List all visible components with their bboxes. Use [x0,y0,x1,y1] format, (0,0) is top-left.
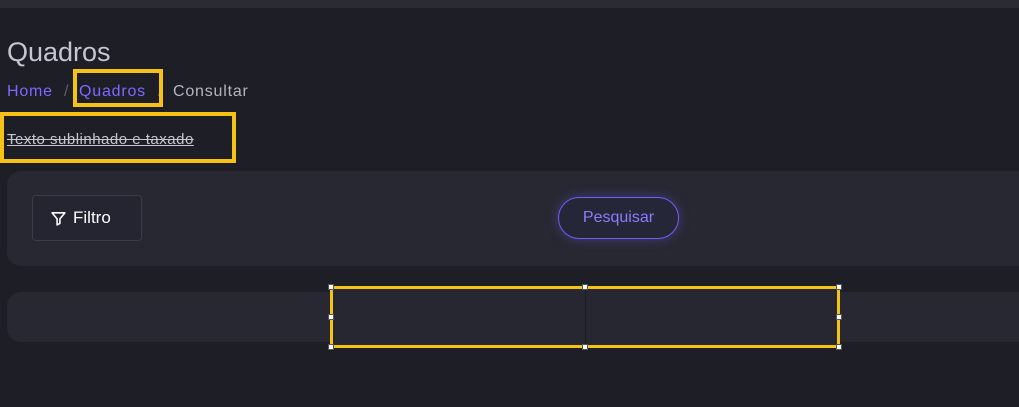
search-button[interactable]: Pesquisar [558,197,679,239]
selected-element-box[interactable] [328,284,842,350]
filter-button[interactable]: Filtro [32,195,142,241]
resize-handle-middle-left[interactable] [328,314,334,320]
page-title: Quadros [7,37,111,67]
filter-icon [51,211,66,226]
breadcrumb-current: Consultar [173,83,249,100]
breadcrumb-separator: / [64,83,70,100]
resize-handle-top-right[interactable] [836,284,842,290]
search-button-label: Pesquisar [582,209,655,226]
resize-handle-middle-right[interactable] [836,314,842,320]
filter-button-label: Filtro [73,208,111,227]
top-bar [0,0,1019,8]
resize-handle-bottom-left[interactable] [328,344,334,350]
quadros-highlight-box [73,69,163,107]
resize-handle-top-left[interactable] [328,284,334,290]
filter-panel [7,171,1019,266]
selection-divider [585,289,586,345]
resize-handle-top-center[interactable] [582,284,588,290]
text-highlight-box [0,112,236,163]
resize-handle-bottom-right[interactable] [836,344,842,350]
breadcrumb-home-link[interactable]: Home [7,83,53,101]
resize-handle-bottom-center[interactable] [582,344,588,350]
